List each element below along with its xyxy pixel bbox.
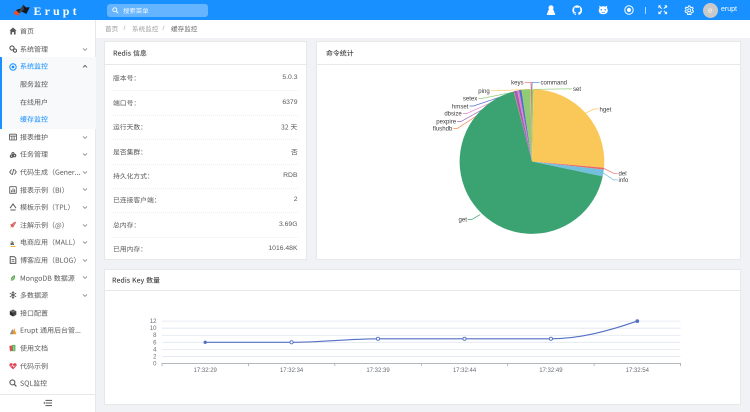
svg-text:17:32:44: 17:32:44 — [453, 368, 477, 374]
svg-text:ping: ping — [478, 89, 489, 95]
svg-text:17:32:39: 17:32:39 — [366, 368, 390, 374]
svg-text:keys: keys — [511, 81, 523, 87]
svg-text:hget: hget — [600, 107, 612, 113]
svg-text:hmset: hmset — [452, 104, 469, 110]
svg-text:setex: setex — [463, 97, 477, 103]
svg-text:2: 2 — [153, 354, 157, 360]
svg-text:command: command — [541, 81, 568, 87]
svg-text:set: set — [573, 87, 581, 93]
svg-text:12: 12 — [150, 319, 157, 325]
svg-text:flushdb: flushdb — [433, 127, 453, 133]
svg-text:dbsize: dbsize — [444, 112, 462, 118]
svg-text:info: info — [619, 178, 629, 184]
svg-text:10: 10 — [150, 326, 157, 332]
svg-text:17:32:29: 17:32:29 — [194, 368, 218, 374]
svg-text:17:32:54: 17:32:54 — [626, 368, 650, 374]
svg-text:del: del — [619, 172, 627, 178]
svg-text:0: 0 — [153, 362, 157, 368]
svg-text:17:32:49: 17:32:49 — [539, 368, 563, 374]
svg-text:4: 4 — [153, 347, 157, 353]
svg-text:6: 6 — [153, 340, 157, 346]
svg-text:get: get — [458, 218, 467, 224]
svg-text:17:32:34: 17:32:34 — [280, 368, 304, 374]
svg-text:8: 8 — [153, 333, 157, 339]
svg-text:pexpire: pexpire — [436, 120, 456, 126]
